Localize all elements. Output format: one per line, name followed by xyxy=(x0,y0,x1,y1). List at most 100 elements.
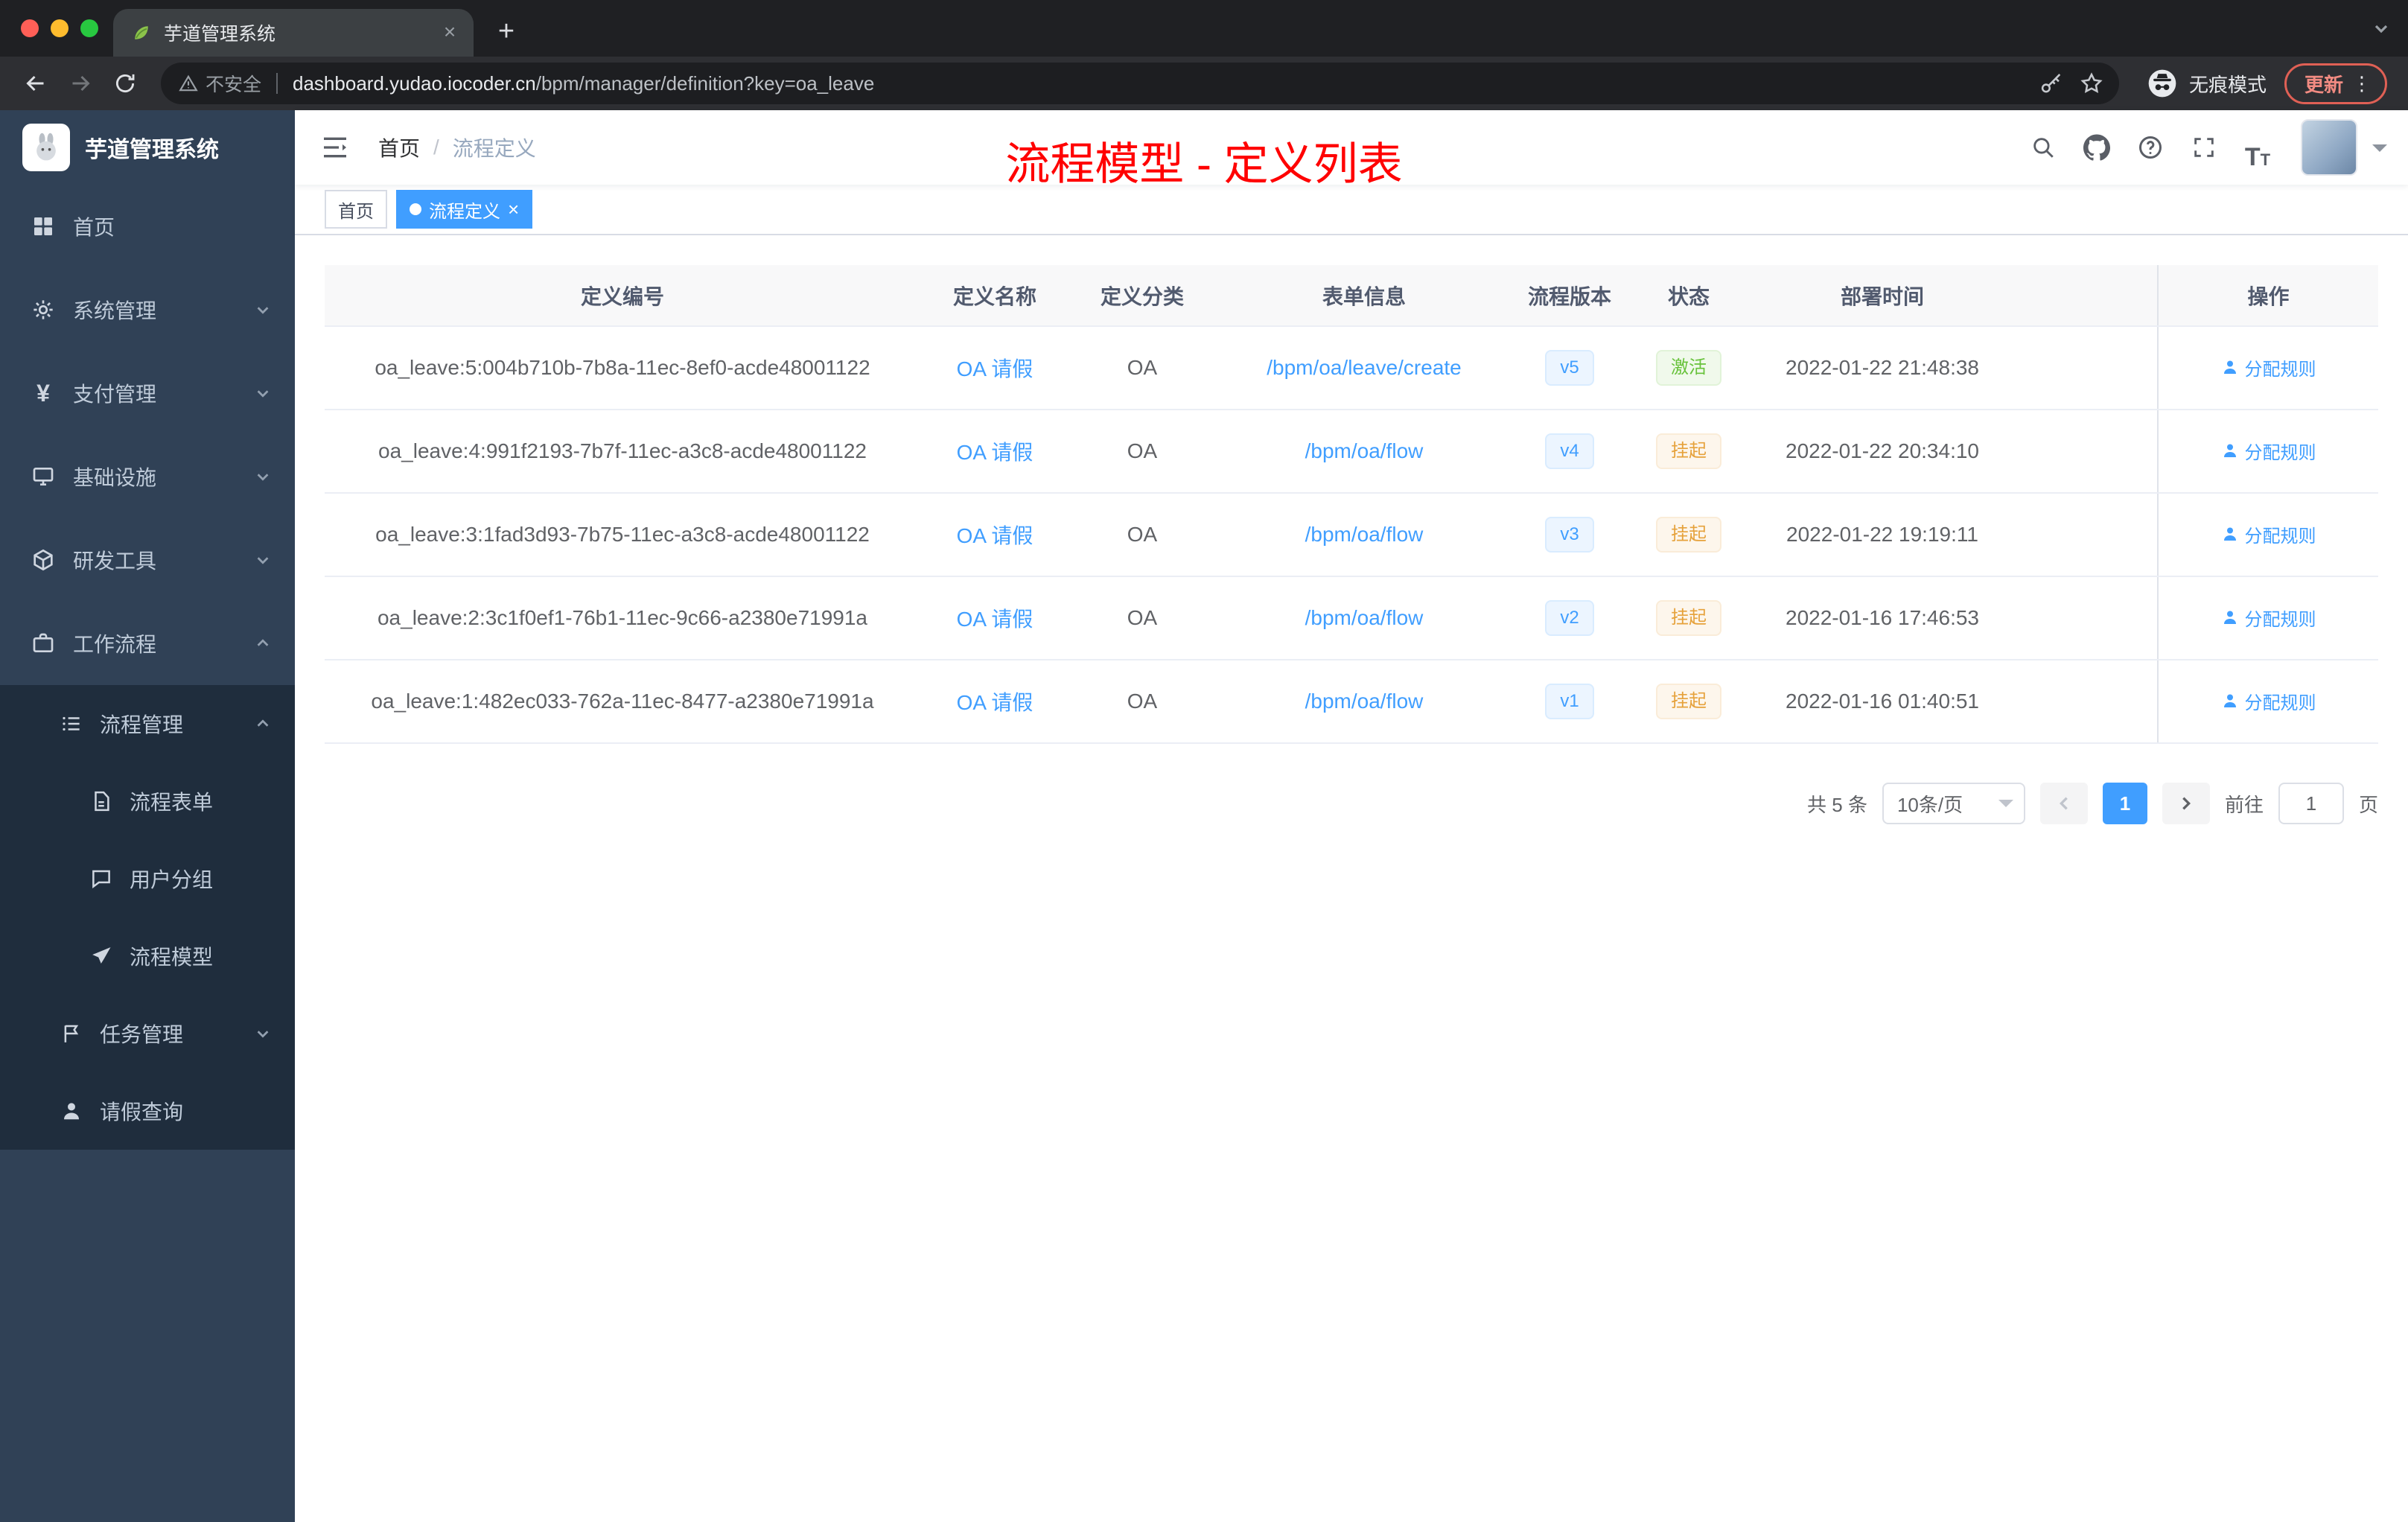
fullscreen-icon[interactable] xyxy=(2182,125,2226,170)
cell-filler xyxy=(2013,576,2158,660)
address-bar[interactable]: 不安全 dashboard.yudao.iocoder.cn/bpm/manag… xyxy=(161,63,2119,104)
hamburger-icon[interactable] xyxy=(319,131,351,164)
sidebar-item-infrastructure[interactable]: 基础设施 xyxy=(0,435,295,518)
assign-rule-label: 分配规则 xyxy=(2244,609,2316,630)
column-definition-name: 定义名称 xyxy=(920,265,1069,327)
tab-search-chevron-icon[interactable] xyxy=(2372,19,2390,37)
omnibox-actions xyxy=(2039,71,2104,96)
user-icon xyxy=(2223,694,2236,708)
security-chip[interactable]: 不安全 xyxy=(179,70,261,97)
assign-rule-link[interactable]: 分配规则 xyxy=(2221,521,2316,547)
zoom-window-button[interactable] xyxy=(80,19,98,37)
avatar[interactable] xyxy=(2301,119,2357,176)
column-deploy-time: 部署时间 xyxy=(1751,265,2013,327)
search-icon[interactable] xyxy=(2021,125,2065,170)
form-info-link[interactable]: /bpm/oa/flow xyxy=(1305,606,1424,629)
definition-name-link[interactable]: OA 请假 xyxy=(957,524,1033,547)
cell-deploy-time: 2022-01-22 21:48:38 xyxy=(1751,326,2013,410)
sidebar-header[interactable]: 芋道管理系统 xyxy=(0,110,295,185)
font-size-icon[interactable]: TT xyxy=(2235,125,2280,170)
table-row: oa_leave:5:004b710b-7b8a-11ec-8ef0-acde4… xyxy=(325,326,2378,410)
sidebar-item-workflow[interactable]: 工作流程 xyxy=(0,602,295,685)
form-info-link[interactable]: /bpm/oa/flow xyxy=(1305,439,1424,462)
sidebar-item-payment-mgmt[interactable]: ¥ 支付管理 xyxy=(0,351,295,435)
pagination-total: 共 5 条 xyxy=(1807,793,1867,816)
sidebar-item-process-form[interactable]: 流程表单 xyxy=(0,762,295,840)
sidebar-item-task-mgmt[interactable]: 任务管理 xyxy=(0,995,295,1072)
monitor-icon xyxy=(30,463,57,490)
user-icon xyxy=(2223,611,2236,625)
assign-rule-label: 分配规则 xyxy=(2244,526,2316,547)
sidebar-item-dev-tools[interactable]: 研发工具 xyxy=(0,518,295,602)
dashboard-icon xyxy=(30,213,57,240)
cell-filler xyxy=(2013,493,2158,577)
status-badge: 挂起 xyxy=(1656,517,1721,553)
tag-process-definition[interactable]: 流程定义 × xyxy=(396,190,533,229)
star-icon[interactable] xyxy=(2079,71,2104,96)
cell-filler xyxy=(2013,660,2158,744)
new-tab-button[interactable]: + xyxy=(485,10,527,52)
cell-category: OA xyxy=(1069,493,1215,577)
next-page-button[interactable] xyxy=(2162,783,2210,824)
tab-close-icon[interactable]: × xyxy=(438,21,462,45)
definition-name-link[interactable]: OA 请假 xyxy=(957,357,1033,380)
version-badge: v5 xyxy=(1545,350,1594,386)
column-definition-category: 定义分类 xyxy=(1069,265,1215,327)
back-icon[interactable] xyxy=(15,63,57,104)
tag-close-icon[interactable]: × xyxy=(508,200,519,219)
status-badge: 挂起 xyxy=(1656,684,1721,719)
cube-icon xyxy=(30,547,57,573)
status-badge: 挂起 xyxy=(1656,600,1721,636)
sidebar-item-label: 请假查询 xyxy=(100,1101,184,1124)
cell-deploy-time: 2022-01-22 20:34:10 xyxy=(1751,410,2013,494)
sidebar-item-label: 流程表单 xyxy=(130,791,214,814)
incognito-badge: 无痕模式 xyxy=(2146,67,2267,100)
goto-page-input[interactable] xyxy=(2278,783,2344,824)
assign-rule-link[interactable]: 分配规则 xyxy=(2221,438,2316,464)
cell-definition-id: oa_leave:2:3c1f0ef1-76b1-11ec-9c66-a2380… xyxy=(325,576,920,660)
tag-home[interactable]: 首页 xyxy=(325,190,387,229)
sidebar-item-process-mgmt[interactable]: 流程管理 xyxy=(0,685,295,762)
browser-tab[interactable]: 芋道管理系统 × xyxy=(113,9,474,57)
update-button[interactable]: 更新 ⋮ xyxy=(2284,63,2387,104)
avatar-dropdown-caret-icon[interactable] xyxy=(2372,144,2387,159)
page-number-button[interactable]: 1 xyxy=(2102,783,2147,824)
browser-toolbar: 不安全 dashboard.yudao.iocoder.cn/bpm/manag… xyxy=(0,57,2408,110)
reload-icon[interactable] xyxy=(104,63,146,104)
minimize-window-button[interactable] xyxy=(51,19,69,37)
app-root: 芋道管理系统 首页 系统管理 ¥ 支付管理 基础设施 研发工具 工作流程 流程管… xyxy=(0,110,2408,1522)
form-info-link[interactable]: /bpm/oa/flow xyxy=(1305,523,1424,546)
sidebar-item-home[interactable]: 首页 xyxy=(0,185,295,268)
github-icon[interactable] xyxy=(2074,125,2119,170)
forward-icon[interactable] xyxy=(60,63,101,104)
sidebar-item-leave-query[interactable]: 请假查询 xyxy=(0,1072,295,1150)
definition-name-link[interactable]: OA 请假 xyxy=(957,691,1033,714)
page-size-select[interactable]: 10条/页 xyxy=(1882,783,2025,824)
column-status: 状态 xyxy=(1626,265,1751,327)
sidebar-item-label: 支付管理 xyxy=(73,383,157,406)
cell-definition-id: oa_leave:5:004b710b-7b8a-11ec-8ef0-acde4… xyxy=(325,326,920,410)
assign-rule-link[interactable]: 分配规则 xyxy=(2221,354,2316,380)
sidebar-item-process-model[interactable]: 流程模型 xyxy=(0,917,295,995)
key-icon[interactable] xyxy=(2039,71,2064,96)
breadcrumb-home[interactable]: 首页 xyxy=(378,133,420,162)
assign-rule-link[interactable]: 分配规则 xyxy=(2221,605,2316,631)
briefcase-icon xyxy=(30,630,57,657)
prev-page-button[interactable] xyxy=(2039,783,2088,824)
active-tag-dot xyxy=(410,203,421,215)
tag-label: 流程定义 xyxy=(429,201,500,222)
definition-name-link[interactable]: OA 请假 xyxy=(957,441,1033,464)
sidebar-item-user-group[interactable]: 用户分组 xyxy=(0,840,295,917)
cell-deploy-time: 2022-01-16 01:40:51 xyxy=(1751,660,2013,744)
close-window-button[interactable] xyxy=(21,19,39,37)
kebab-menu-icon[interactable]: ⋮ xyxy=(2352,72,2372,95)
form-info-link[interactable]: /bpm/oa/flow xyxy=(1305,690,1424,713)
chevron-down-icon xyxy=(255,302,271,318)
definition-name-link[interactable]: OA 请假 xyxy=(957,608,1033,631)
sidebar-item-label: 首页 xyxy=(73,216,115,239)
sidebar-item-system-mgmt[interactable]: 系统管理 xyxy=(0,268,295,351)
assign-rule-link[interactable]: 分配规则 xyxy=(2221,688,2316,714)
question-icon[interactable] xyxy=(2128,125,2173,170)
breadcrumb: 首页 / 流程定义 xyxy=(378,133,536,162)
form-info-link[interactable]: /bpm/oa/leave/create xyxy=(1267,356,1462,379)
